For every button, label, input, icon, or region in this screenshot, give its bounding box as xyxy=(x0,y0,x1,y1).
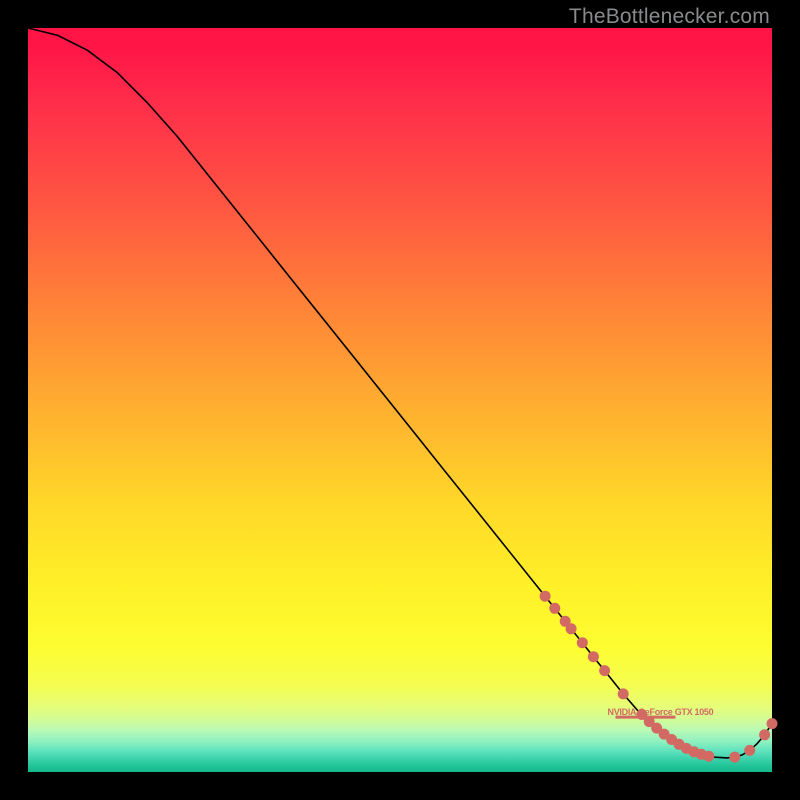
marker-dot xyxy=(644,716,655,727)
plot-area: NVIDIA GeForce GTX 1050 xyxy=(28,28,772,772)
marker-dot xyxy=(681,743,692,754)
marker-dot xyxy=(549,603,560,614)
marker-dot xyxy=(688,746,699,757)
marker-dot xyxy=(599,665,610,676)
chart-container: TheBottlenecker.com NVIDIA GeForce GTX 1… xyxy=(0,0,800,800)
marker-dot xyxy=(560,616,571,627)
marker-dot xyxy=(767,718,778,729)
marker-dot xyxy=(729,752,740,763)
watermark-text: TheBottlenecker.com xyxy=(569,5,770,29)
bottleneck-curve xyxy=(28,28,772,772)
marker-dot xyxy=(636,709,647,720)
marker-dot xyxy=(566,623,577,634)
marker-dot xyxy=(659,729,670,740)
marker-dot xyxy=(651,723,662,734)
marker-dot xyxy=(666,734,677,745)
marker-dot xyxy=(703,751,714,762)
marker-dot xyxy=(588,651,599,662)
series-label: NVIDIA GeForce GTX 1050 xyxy=(608,707,714,717)
marker-dot xyxy=(744,745,755,756)
marker-dot xyxy=(696,749,707,760)
marker-dot xyxy=(674,739,685,750)
marker-dot xyxy=(577,637,588,648)
marker-dot xyxy=(618,688,629,699)
marker-dot xyxy=(759,729,770,740)
marker-dot xyxy=(540,591,551,602)
